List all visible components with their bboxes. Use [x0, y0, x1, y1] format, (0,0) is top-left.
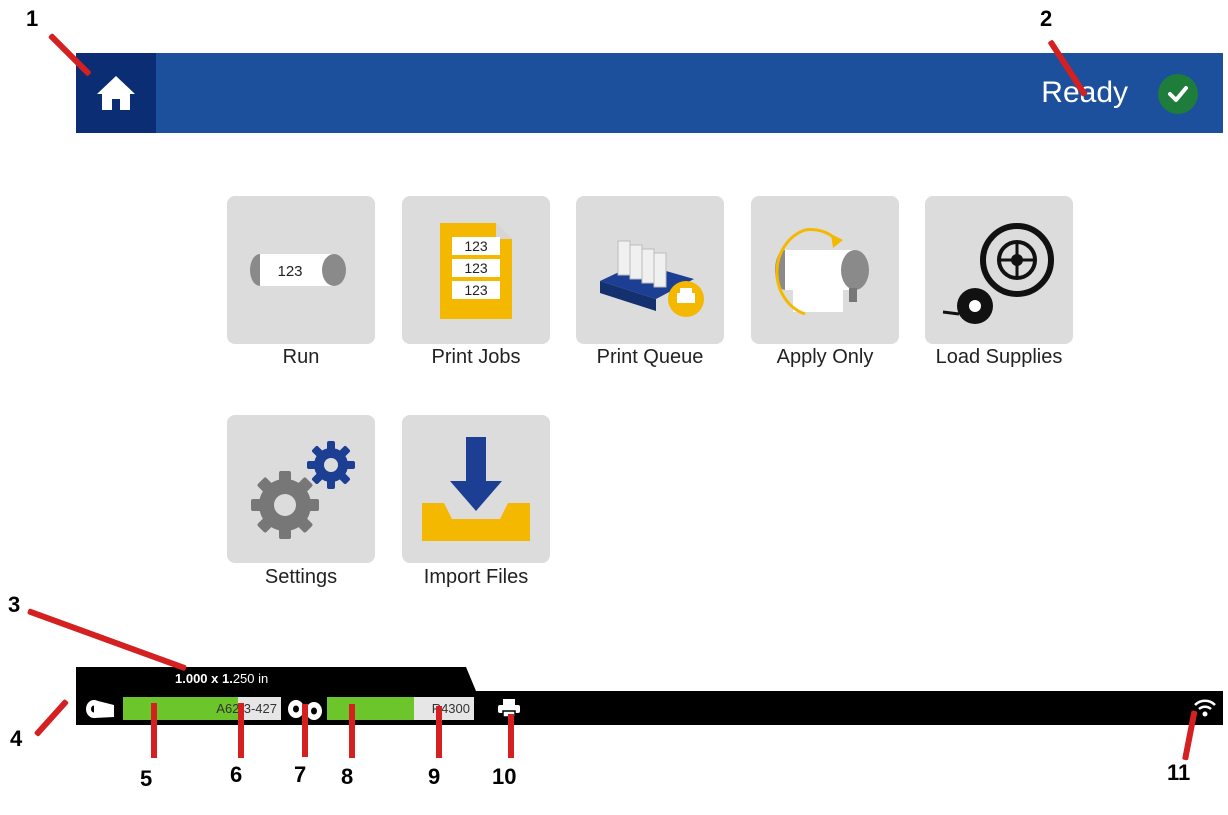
import-files-label: Import Files	[423, 566, 529, 588]
callout-number-10: 10	[492, 764, 517, 789]
callout-pointer-9	[436, 706, 442, 758]
import-files-tile[interactable]	[402, 415, 550, 563]
apply-only-tile[interactable]	[751, 196, 899, 344]
callout-pointer-10	[508, 714, 514, 758]
settings-tile[interactable]	[227, 415, 375, 563]
callout-number-6: 6	[230, 762, 243, 787]
callout-pointer-5	[151, 703, 157, 758]
run-icon-text: 123	[277, 263, 302, 280]
settings-gears-icon	[251, 441, 355, 539]
callout-pointer-8	[349, 704, 355, 758]
apply-only-icon	[775, 228, 869, 316]
callout-number-3: 3	[8, 592, 21, 617]
label-supply-meter[interactable]: A62-3-427	[123, 697, 281, 720]
ready-check-icon	[1158, 74, 1198, 114]
callout-number-4: 4	[10, 726, 23, 751]
callout-pointer-4	[33, 698, 70, 738]
callout-pointer-7	[302, 704, 308, 757]
callout-number-5: 5	[140, 766, 153, 791]
load-supplies-tile[interactable]	[925, 196, 1073, 344]
callout-number-7: 7	[294, 762, 307, 787]
home-button[interactable]	[76, 53, 156, 133]
run-label: Run	[282, 346, 320, 368]
label-supply-icon[interactable]	[84, 697, 118, 724]
print-jobs-icon-line-1: 123	[464, 238, 488, 254]
print-queue-icon	[600, 240, 704, 317]
print-queue-tile[interactable]	[576, 196, 724, 344]
callout-number-1: 1	[26, 6, 39, 31]
ribbon-supply-fill	[327, 697, 414, 720]
load-supplies-label: Load Supplies	[935, 346, 1063, 368]
print-queue-label: Print Queue	[596, 346, 704, 368]
home-icon	[97, 76, 135, 110]
print-jobs-label: Print Jobs	[431, 346, 521, 368]
import-download-icon	[422, 437, 530, 541]
callout-pointer-3	[26, 608, 187, 672]
wifi-icon[interactable]	[1193, 697, 1217, 724]
print-jobs-icon: 123 123 123	[440, 223, 512, 319]
print-jobs-icon-line-2: 123	[464, 260, 488, 276]
callout-number-2: 2	[1040, 6, 1053, 31]
load-supplies-icon	[942, 223, 1054, 324]
label-part-number: A62-3-427	[216, 701, 277, 716]
label-size-normal: 250 in	[232, 671, 269, 686]
settings-label: Settings	[264, 566, 338, 588]
callout-number-9: 9	[428, 764, 441, 789]
run-tile[interactable]: 123	[227, 196, 375, 344]
callout-number-11: 11	[1167, 760, 1191, 785]
label-size-tab: 1.000 x 1.250 in	[76, 667, 476, 691]
label-size-bold: 1.000 x 1.	[175, 671, 233, 686]
print-jobs-icon-line-3: 123	[464, 282, 488, 298]
apply-only-label: Apply Only	[776, 346, 874, 368]
callout-number-8: 8	[341, 764, 354, 789]
callout-pointer-6	[238, 703, 244, 758]
print-jobs-tile[interactable]: 123 123 123	[402, 196, 550, 344]
label-roll-icon: 123	[250, 254, 346, 286]
